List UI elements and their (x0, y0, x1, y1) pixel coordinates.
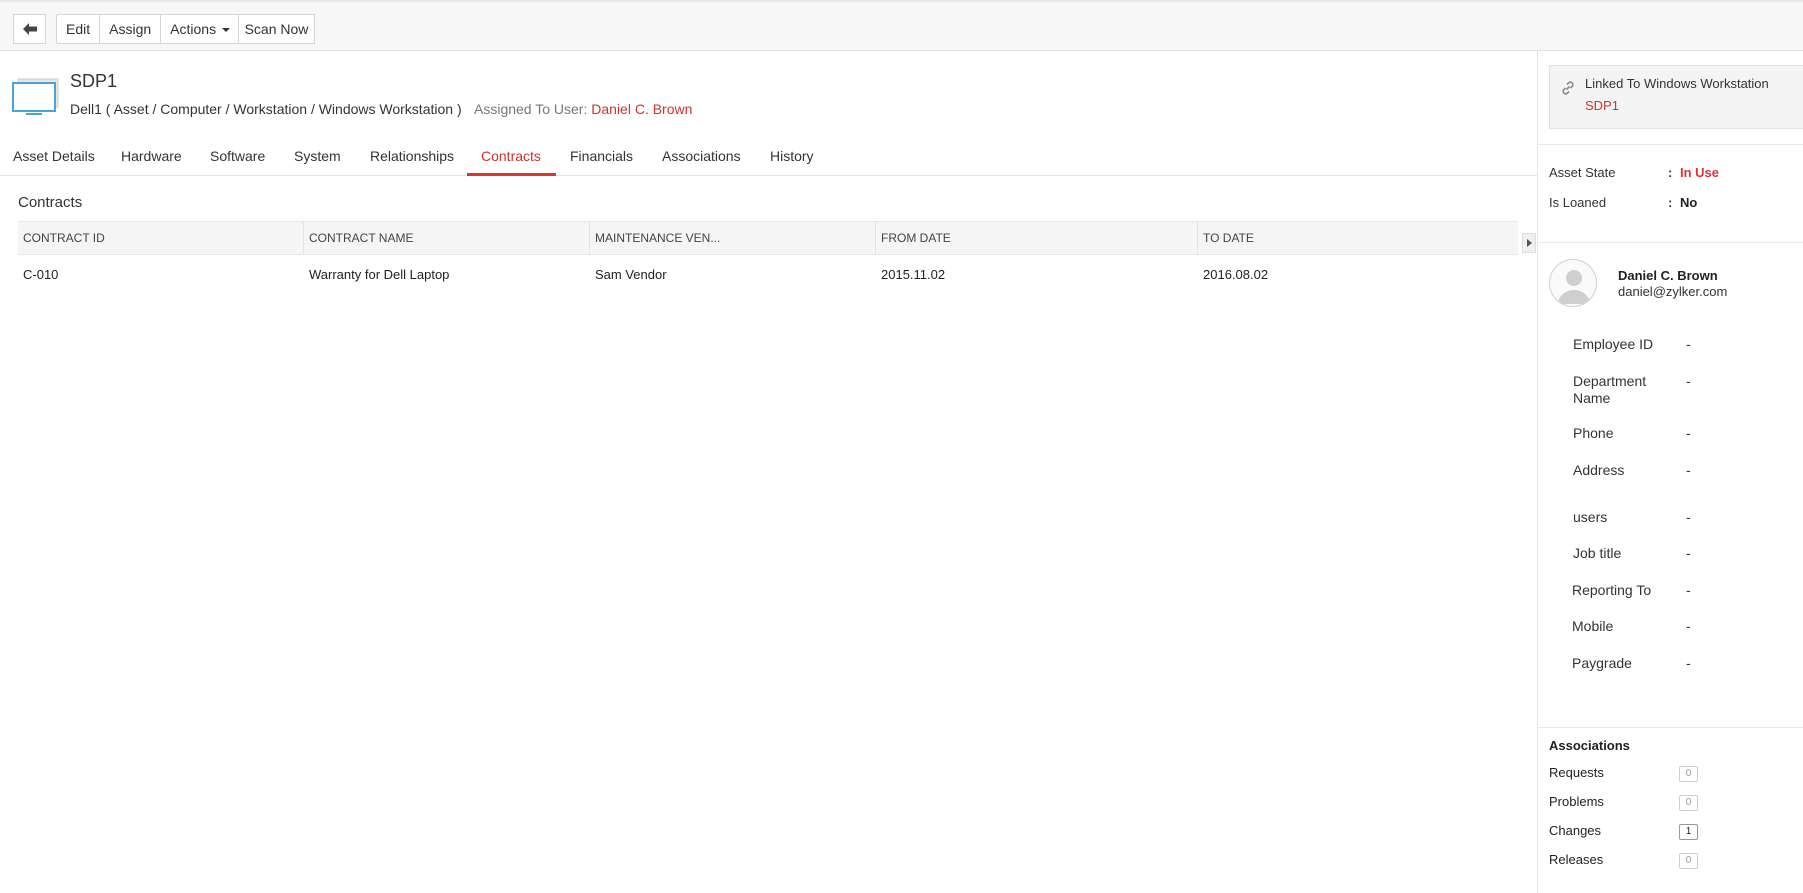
tab-contracts[interactable]: Contracts (481, 147, 541, 176)
asset-state-value: In Use (1680, 165, 1720, 180)
arrow-left-icon (22, 23, 37, 35)
cell-vendor: Sam Vendor (595, 267, 667, 282)
active-tab-indicator (467, 173, 556, 176)
address-label: Address (1573, 462, 1625, 478)
link-icon (1562, 81, 1574, 95)
user-email: daniel@zylker.com (1618, 284, 1728, 299)
asset-name: SDP1 (70, 71, 118, 91)
column-header-to-date[interactable]: TO DATE (1198, 222, 1518, 255)
user-icon (1558, 270, 1590, 304)
section-title: Contracts (18, 194, 83, 211)
releases-count-badge[interactable]: 0 (1679, 853, 1698, 869)
main-content: SDP1 Dell1 ( Asset / Computer / Workstat… (0, 51, 1537, 893)
assigned-user-link[interactable]: Daniel C. Brown (591, 101, 692, 117)
tab-financials[interactable]: Financials (570, 147, 633, 176)
changes-label: Changes (1549, 823, 1602, 838)
employee-id-value: - (1686, 336, 1691, 352)
department-name-value: - (1686, 373, 1691, 389)
avatar (1549, 259, 1597, 307)
cell-contract-name: Warranty for Dell Laptop (309, 267, 450, 282)
chevron-right-icon (1526, 239, 1532, 247)
user-name: Daniel C. Brown (1618, 268, 1718, 283)
paygrade-value: - (1686, 655, 1691, 671)
is-loaned-value: No (1680, 195, 1698, 210)
actions-label: Actions (170, 21, 217, 37)
job-title-value: - (1686, 545, 1691, 561)
column-header-maintenance-vendor[interactable]: MAINTENANCE VEN... (590, 222, 876, 255)
associations-title: Associations (1549, 738, 1630, 753)
linked-asset-link[interactable]: SDP1 (1585, 98, 1619, 113)
phone-label: Phone (1573, 425, 1614, 441)
cell-from-date: 2015.11.02 (881, 267, 946, 282)
asset-path: Dell1 ( Asset / Computer / Workstation /… (70, 101, 462, 117)
table-row[interactable]: C-010 Warranty for Dell Laptop Sam Vendo… (18, 256, 1518, 294)
divider (1538, 144, 1803, 145)
linked-label: Linked To Windows Workstation (1585, 76, 1769, 91)
column-header-from-date[interactable]: FROM DATE (876, 222, 1198, 255)
users-label: users (1573, 509, 1608, 525)
reporting-to-value: - (1686, 582, 1691, 598)
actions-dropdown[interactable]: Actions (161, 15, 239, 43)
divider (1538, 242, 1803, 243)
requests-label: Requests (1549, 765, 1604, 780)
colon: : (1668, 165, 1673, 180)
table-header: CONTRACT ID CONTRACT NAME MAINTENANCE VE… (18, 221, 1518, 255)
tab-associations[interactable]: Associations (662, 147, 741, 176)
colon: : (1668, 195, 1673, 210)
address-value: - (1686, 462, 1691, 478)
assign-button[interactable]: Assign (100, 15, 162, 43)
divider (1538, 727, 1803, 728)
details-sidebar: Linked To Windows Workstation SDP1 Asset… (1537, 51, 1803, 893)
column-header-contract-id[interactable]: CONTRACT ID (18, 222, 304, 255)
chevron-down-icon (222, 28, 231, 32)
cell-to-date: 2016.08.02 (1203, 267, 1269, 282)
problems-label: Problems (1549, 794, 1604, 809)
tab-relationships[interactable]: Relationships (370, 147, 454, 176)
column-header-contract-name[interactable]: CONTRACT NAME (304, 222, 590, 255)
is-loaned-label: Is Loaned (1549, 195, 1607, 210)
linked-asset-box: Linked To Windows Workstation SDP1 (1549, 65, 1803, 129)
mobile-label: Mobile (1572, 618, 1614, 634)
phone-value: - (1686, 425, 1691, 441)
requests-count-badge[interactable]: 0 (1679, 766, 1698, 782)
tab-software[interactable]: Software (210, 147, 265, 176)
edit-button[interactable]: Edit (57, 15, 101, 43)
tab-asset-details[interactable]: Asset Details (13, 147, 95, 176)
assigned-label: Assigned To User: (474, 101, 588, 117)
reporting-to-label: Reporting To (1572, 582, 1652, 598)
column-toggle-button[interactable] (1522, 233, 1536, 253)
paygrade-label: Paygrade (1572, 655, 1632, 671)
cell-contract-id: C-010 (23, 267, 59, 282)
assigned-to: Assigned To User: Daniel C. Brown (474, 101, 692, 117)
scan-now-button[interactable]: Scan Now (238, 14, 315, 44)
mobile-value: - (1686, 618, 1691, 634)
tab-system[interactable]: System (294, 147, 341, 176)
asset-state-label: Asset State (1549, 165, 1616, 180)
monitor-icon (12, 78, 59, 115)
tab-hardware[interactable]: Hardware (121, 147, 182, 176)
problems-count-badge[interactable]: 0 (1679, 795, 1698, 811)
tab-history[interactable]: History (770, 147, 814, 176)
toolbar: Edit Assign Actions Scan Now (0, 0, 1803, 51)
releases-label: Releases (1549, 852, 1604, 867)
action-button-group: Edit Assign Actions (56, 14, 241, 44)
changes-count-badge[interactable]: 1 (1679, 824, 1698, 840)
back-button[interactable] (13, 14, 46, 44)
job-title-label: Job title (1573, 545, 1622, 561)
tab-bar: Asset Details Hardware Software System R… (0, 147, 1537, 176)
users-value: - (1686, 509, 1691, 525)
department-name-label: Department Name (1573, 373, 1647, 406)
employee-id-label: Employee ID (1573, 336, 1654, 352)
